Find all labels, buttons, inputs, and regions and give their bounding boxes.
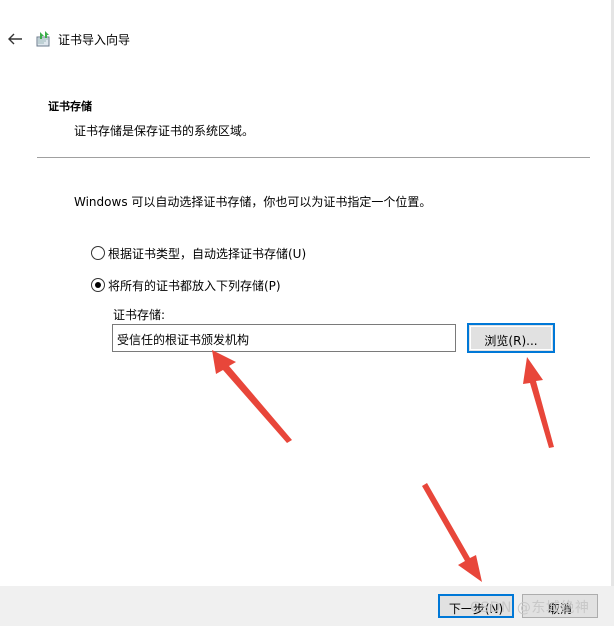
section-description: 证书存储是保存证书的系统区域。 — [74, 124, 255, 138]
annotation-arrow-to-next — [422, 483, 482, 582]
cert-store-field[interactable]: 受信任的根证书颁发机构 — [112, 324, 456, 352]
header-divider — [37, 157, 590, 158]
title-bar: 证书导入向导 — [0, 0, 614, 80]
auto-select-radio[interactable] — [91, 246, 105, 260]
browse-button[interactable]: 浏览(R)... — [467, 323, 555, 353]
annotation-arrow-to-store — [212, 350, 292, 443]
cert-store-value: 受信任的根证书颁发机构 — [117, 333, 250, 347]
annotation-arrow-to-browse — [523, 357, 554, 448]
watermark: CSDN @东城绝神 — [470, 600, 590, 616]
manual-store-label[interactable]: 将所有的证书都放入下列存储(P) — [108, 277, 281, 294]
section-title: 证书存储 — [48, 100, 92, 113]
manual-store-radio[interactable] — [91, 278, 105, 292]
annotation-arrows — [212, 350, 554, 582]
store-field-label: 证书存储: — [113, 308, 166, 322]
browse-button-label: 浏览(R)... — [484, 334, 538, 348]
certificate-wizard-icon — [36, 31, 50, 47]
auto-select-label[interactable]: 根据证书类型，自动选择证书存储(U) — [108, 245, 306, 262]
wizard-title: 证书导入向导 — [58, 33, 131, 47]
radio-selected-dot — [95, 282, 101, 288]
intro-text: Windows 可以自动选择证书存储，你也可以为证书指定一个位置。 — [74, 195, 432, 209]
back-arrow-icon[interactable] — [6, 30, 24, 48]
